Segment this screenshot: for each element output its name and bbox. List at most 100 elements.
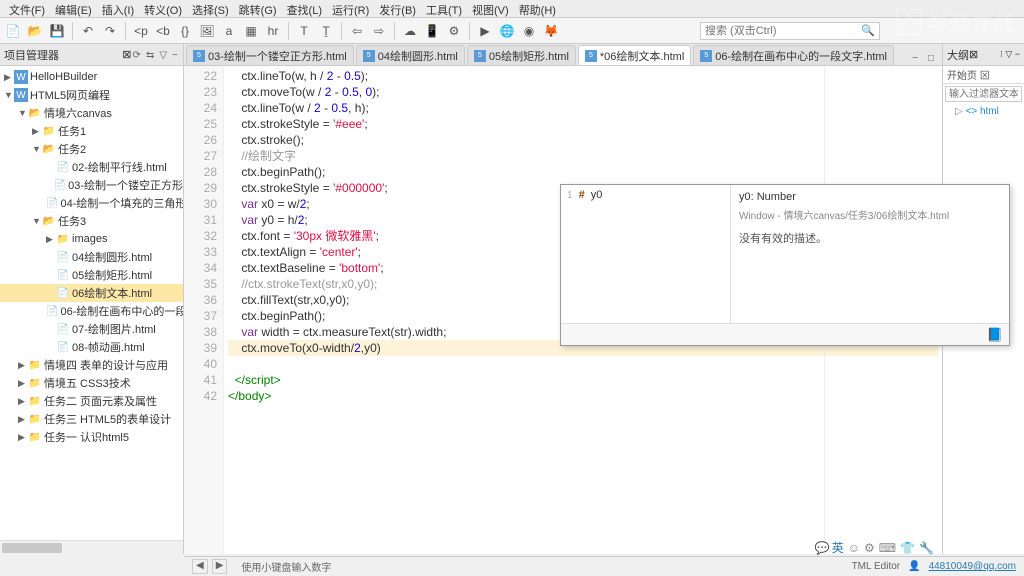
minimize-icon[interactable]: − — [908, 51, 922, 65]
code-line[interactable]: </body> — [228, 388, 938, 404]
browser-icon[interactable]: 🌐 — [498, 22, 516, 40]
status-prev-icon[interactable]: ◀ — [192, 559, 208, 574]
tree-item[interactable]: ▶WHelloHBuilder — [0, 68, 183, 86]
tree-item[interactable]: 📄08-帧动画.html — [0, 338, 183, 356]
link-editor-icon[interactable]: ⇆ — [146, 50, 154, 61]
autocomplete-item[interactable]: 1 # y0 — [563, 187, 728, 203]
tree-item[interactable]: ▶📁任务1 — [0, 122, 183, 140]
menu-item[interactable]: 编辑(E) — [51, 2, 96, 15]
img-icon[interactable]: 🖼 — [198, 22, 216, 40]
code-line[interactable]: ctx.moveTo(w / 2 - 0.5, 0); — [228, 84, 938, 100]
cloud-icon[interactable]: ☁ — [401, 22, 419, 40]
refresh-icon[interactable]: ⟳ — [132, 50, 140, 61]
menu-item[interactable]: 选择(S) — [188, 2, 233, 15]
code-line[interactable]: ctx.stroke(); — [228, 132, 938, 148]
phone-icon[interactable]: 📱 — [423, 22, 441, 40]
menu-item[interactable]: 转义(O) — [140, 2, 186, 15]
code-line[interactable]: //绘制文字 — [228, 148, 938, 164]
code-line[interactable]: ctx.lineTo(w / 2 - 0.5, h); — [228, 100, 938, 116]
tool-icon[interactable]: 🔧 — [919, 541, 934, 555]
user-email[interactable]: 44810049@qq.com — [929, 561, 1016, 572]
css-icon[interactable]: {} — [176, 22, 194, 40]
right-arrow-icon[interactable]: ⇨ — [370, 22, 388, 40]
editor-tabs[interactable]: 503-绘制一个镂空正方形.html504绘制圆形.html505绘制矩形.ht… — [184, 44, 942, 66]
tree-item[interactable]: 📄02-绘制平行线.html — [0, 158, 183, 176]
autocomplete-list[interactable]: 1 # y0 — [561, 185, 731, 323]
settings-icon[interactable]: ⚙ — [445, 22, 463, 40]
tag-p-icon[interactable]: <p — [132, 22, 150, 40]
tree-item[interactable]: ▶📁情境五 CSS3技术 — [0, 374, 183, 392]
tree-item[interactable]: 📄04-绘制一个填充的三角形 — [0, 194, 183, 212]
tree-item[interactable]: ▼📂任务2 — [0, 140, 183, 158]
tree-item[interactable]: 📄06绘制文本.html — [0, 284, 183, 302]
project-tree[interactable]: ▶WHelloHBuilder▼WHTML5网页编程▼📂情境六canvas▶📁任… — [0, 66, 183, 540]
book-icon[interactable]: 📘 — [987, 327, 1003, 343]
menu-item[interactable]: 跳转(G) — [235, 2, 281, 15]
editor-tab[interactable]: 503-绘制一个镂空正方形.html — [186, 45, 354, 65]
code-line[interactable] — [228, 356, 938, 372]
tree-item[interactable]: 📄07-绘制图片.html — [0, 320, 183, 338]
menubar[interactable]: 文件(F)编辑(E)插入(I)转义(O)选择(S)跳转(G)查找(L)运行(R)… — [0, 0, 1024, 18]
tree-item[interactable]: ▶📁任务三 HTML5的表单设计 — [0, 410, 183, 428]
smile-icon[interactable]: ☺ — [848, 541, 860, 555]
user-icon[interactable]: 👤 — [908, 561, 920, 572]
tree-item[interactable]: ▼📂情境六canvas — [0, 104, 183, 122]
left-arrow-icon[interactable]: ⇦ — [348, 22, 366, 40]
code-line[interactable]: ctx.strokeStyle = '#eee'; — [228, 116, 938, 132]
outline-item[interactable]: ▷ <> html — [943, 104, 1024, 119]
tree-item[interactable]: ▼📂任务3 — [0, 212, 183, 230]
search-box[interactable]: 🔍 — [700, 22, 880, 40]
editor-tab[interactable]: 506-绘制在画布中心的一段文字.html — [693, 45, 894, 65]
gear-icon[interactable]: ⚙ — [864, 541, 875, 555]
menu-item[interactable]: 插入(I) — [98, 2, 138, 15]
min-icon[interactable]: − — [172, 50, 178, 61]
tree-item[interactable]: 📄05绘制矩形.html — [0, 266, 183, 284]
ime-indicator[interactable]: 💬英 — [815, 539, 844, 556]
h-icon[interactable]: hr — [264, 22, 282, 40]
tree-item[interactable]: ▶📁任务二 页面元素及属性 — [0, 392, 183, 410]
save-icon[interactable]: 💾 — [48, 22, 66, 40]
search-icon[interactable]: 🔍 — [861, 24, 875, 37]
menu-item[interactable]: 工具(T) — [422, 2, 466, 15]
undo-icon[interactable]: ↶ — [79, 22, 97, 40]
outline-tab[interactable]: 大纲 — [947, 47, 969, 63]
tree-item[interactable]: ▶📁任务一 认识html5 — [0, 428, 183, 446]
code-line[interactable]: ctx.beginPath(); — [228, 164, 938, 180]
editor-tab[interactable]: 505绘制矩形.html — [467, 45, 576, 65]
firefox-icon[interactable]: 🦊 — [542, 22, 560, 40]
autocomplete-popup[interactable]: 1 # y0 y0: Number Window - 情境六canvas/任务3… — [560, 184, 1010, 346]
code-line[interactable]: </script> — [228, 372, 938, 388]
menu-item[interactable]: 文件(F) — [5, 2, 49, 15]
ime-bar[interactable]: 💬英 ☺ ⚙ ⌨ 👕 🔧 — [815, 539, 934, 556]
menu-item[interactable]: 查找(L) — [283, 2, 326, 15]
text-icon[interactable]: T — [295, 22, 313, 40]
menu-item[interactable]: 运行(R) — [328, 2, 373, 15]
tree-item[interactable]: 📄04绘制圆形.html — [0, 248, 183, 266]
menu-item[interactable]: 视图(V) — [468, 2, 513, 15]
menu-item[interactable]: 帮助(H) — [515, 2, 560, 15]
chrome-icon[interactable]: ◉ — [520, 22, 538, 40]
open-icon[interactable]: 📂 — [26, 22, 44, 40]
tree-item[interactable]: ▶📁images — [0, 230, 183, 248]
tree-item[interactable]: ▶📁情境四 表单的设计与应用 — [0, 356, 183, 374]
search-input[interactable] — [705, 25, 861, 37]
tree-item[interactable]: 📄06-绘制在画布中心的一段 — [0, 302, 183, 320]
tree-item[interactable]: ▼WHTML5网页编程 — [0, 86, 183, 104]
outline-filter[interactable] — [945, 86, 1022, 102]
tag-b-icon[interactable]: <b — [154, 22, 172, 40]
keyboard-icon[interactable]: ⌨ — [879, 541, 896, 555]
skin-icon[interactable]: 👕 — [900, 541, 915, 555]
redo-icon[interactable]: ↷ — [101, 22, 119, 40]
tree-item[interactable]: 📄03-绘制一个镂空正方形 — [0, 176, 183, 194]
code-line[interactable]: ctx.lineTo(w, h / 2 - 0.5); — [228, 68, 938, 84]
horizontal-scrollbar[interactable] — [0, 540, 183, 554]
editor-tab[interactable]: 5*06绘制文本.html — [578, 45, 691, 65]
maximize-icon[interactable]: □ — [924, 51, 938, 65]
link-icon[interactable]: a — [220, 22, 238, 40]
run-icon[interactable]: ▶ — [476, 22, 494, 40]
new-file-icon[interactable]: 📄 — [4, 22, 22, 40]
text2-icon[interactable]: Ṯ — [317, 22, 335, 40]
collapse-icon[interactable]: ▽ — [159, 50, 167, 61]
status-next-icon[interactable]: ▶ — [212, 559, 228, 574]
table-icon[interactable]: ▦ — [242, 22, 260, 40]
